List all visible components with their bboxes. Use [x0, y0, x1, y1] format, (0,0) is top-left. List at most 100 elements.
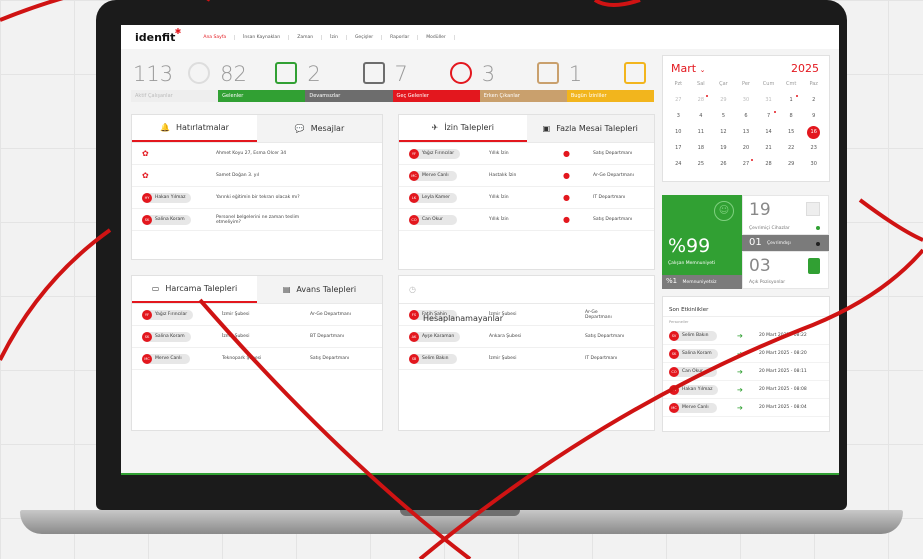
expense-row[interactable]: YF Yağız Fırıncılar İzmir Şubesi Ar-Ge De…	[132, 304, 382, 326]
calendar-day[interactable]: 28	[757, 157, 780, 171]
person-pill[interactable]: SV Selim Bakın	[669, 330, 717, 341]
calendar-day[interactable]: 7	[757, 109, 780, 123]
person-pill[interactable]: CO Can Okur	[669, 366, 717, 377]
online-devices-card[interactable]: 19 Çevrimiçi Cihazlar	[742, 195, 829, 235]
calendar-day[interactable]: 18	[690, 141, 713, 155]
calendar-day[interactable]: 30	[802, 157, 825, 171]
calendar-day[interactable]: 2	[802, 93, 825, 107]
tab-overtime-requests[interactable]: ▣ Fazla Mesai Talepleri	[526, 115, 654, 142]
calendar-day[interactable]: 30	[735, 93, 758, 107]
calendar-day[interactable]: 24	[667, 157, 690, 171]
event-row[interactable]: SK Salina Koram ➔ 20 Mart 2025 - 08:20	[663, 345, 829, 363]
calendar-day[interactable]: 15	[780, 125, 803, 139]
calendar-day[interactable]: 31	[757, 93, 780, 107]
event-row[interactable]: HY Hakan Yılmaz ➔ 20 Mart 2025 - 08:08	[663, 381, 829, 399]
calendar-day[interactable]: 11	[690, 125, 713, 139]
leave-row[interactable]: MC Merve Canlı Hastalık İzin ● Ar-Ge Depa…	[399, 165, 654, 187]
leave-row[interactable]: LK Leyla Kamer Yıllık İzin ● IT Departman…	[399, 187, 654, 209]
person-pill[interactable]: LK Leyla Kamer	[409, 192, 457, 203]
person-pill[interactable]: MC Merve Canlı	[409, 170, 457, 181]
person-pill[interactable]: YF Yağız Fırıncılar	[409, 148, 461, 159]
calendar-day[interactable]: 3	[667, 109, 690, 123]
nav-item-5[interactable]: Raporlar	[382, 34, 419, 40]
laptop-notch	[400, 510, 520, 516]
calendar-day[interactable]: 9	[802, 109, 825, 123]
person-pill[interactable]: MC Merve Canlı	[669, 402, 717, 413]
tab-expense-requests[interactable]: ▭ Harcama Talepleri	[132, 276, 257, 303]
calendar-day[interactable]: 19	[712, 141, 735, 155]
status-icon: ●	[563, 149, 570, 158]
leave-row[interactable]: YF Yağız Fırıncılar Yıllık İzin ● Satış D…	[399, 143, 654, 165]
reminder-row[interactable]: HY Hakan Yılmaz Yarınki eğitimin bir tekra…	[132, 187, 382, 209]
tab-leave-requests[interactable]: ✈ İzin Talepleri	[399, 115, 527, 142]
person-pill[interactable]: SK Salina Koram	[669, 348, 718, 359]
reminder-row[interactable]: ✿ Ahmet Koyu 27, Esma Olcer 34	[132, 143, 382, 165]
calendar-day[interactable]: 29	[780, 157, 803, 171]
calendar-day[interactable]: 22	[780, 141, 803, 155]
calendar-day[interactable]: 29	[712, 93, 735, 107]
person-pill[interactable]: HY Hakan Yılmaz	[142, 192, 192, 203]
nav-item-0[interactable]: Ana Sayfa	[195, 34, 236, 40]
satisfaction-label: Çalışan Memnuniyeti	[668, 261, 716, 266]
calendar-day[interactable]: 12	[712, 125, 735, 139]
calendar-day[interactable]: 1	[780, 93, 803, 107]
calendar-day[interactable]: 21	[757, 141, 780, 155]
stat-card[interactable]: 113 Aktif Çalışanlar	[131, 58, 219, 102]
calendar-day[interactable]: 13	[735, 125, 758, 139]
calendar-day[interactable]: 28	[690, 93, 713, 107]
calendar-month-select[interactable]: Mart ⌄	[671, 62, 705, 75]
calendar-day[interactable]: 17	[667, 141, 690, 155]
tab-messages[interactable]: 💬 Mesajlar	[257, 115, 382, 142]
person-pill[interactable]: SB Selim Bakın	[409, 353, 457, 364]
event-row[interactable]: CO Can Okur ➔ 20 Mart 2025 - 08:11	[663, 363, 829, 381]
offline-devices-card[interactable]: 01 Çevrimdışı	[742, 235, 829, 251]
logo[interactable]: idenfit ✱	[135, 27, 181, 44]
calendar-day[interactable]: 27	[735, 157, 758, 171]
tab-advance-requests[interactable]: ▤ Avans Talepleri	[257, 276, 382, 303]
person-pill[interactable]: MC Merve Canlı	[142, 353, 190, 364]
department: Satış Departmanı	[593, 151, 633, 156]
open-positions-card[interactable]: 03 Açık Pozisyonlar	[742, 251, 829, 289]
calendar-day[interactable]: 4	[690, 109, 713, 123]
leave-row[interactable]: CO Can Okur Yıllık İzin ● Satış Departman…	[399, 209, 654, 231]
stat-card[interactable]: 1 Bugün İzinliler	[566, 58, 655, 102]
event-row[interactable]: MC Merve Canlı ➔ 20 Mart 2025 - 08:04	[663, 399, 829, 417]
calendar-day[interactable]: 10	[667, 125, 690, 139]
calendar-day[interactable]: 26	[712, 157, 735, 171]
calendar-day[interactable]: 25	[690, 157, 713, 171]
reminder-row[interactable]: ✿ Samet Doğan 3. yıl	[132, 165, 382, 187]
calendar-day[interactable]: 8	[780, 109, 803, 123]
unscheduled-row[interactable]: SB Selim Bakın İzmir Şubesi IT Departmanı	[399, 348, 654, 370]
calendar-day[interactable]: 6	[735, 109, 758, 123]
person-pill[interactable]: CO Can Okur	[409, 214, 457, 225]
calendar-day[interactable]: 23	[802, 141, 825, 155]
events-subtitle: Personeller	[669, 320, 689, 324]
nav-item-1[interactable]: İnsan Kaynakları	[235, 34, 290, 40]
stat-card[interactable]: 2 Devamsızlar	[305, 58, 393, 102]
person-pill[interactable]: AK Ayşe Karaman	[409, 331, 461, 342]
event-row[interactable]: SV Selim Bakın ➔ 20 Mart 2025 - 08:22	[663, 327, 829, 345]
unscheduled-row[interactable]: AK Ayşe Karaman Ankara Şubesi Satış Depar…	[399, 326, 654, 348]
person-pill[interactable]: SK Salina Koram	[142, 331, 191, 342]
person-pill[interactable]: YF Yağız Fırıncılar	[142, 309, 194, 320]
nav-item-4[interactable]: Geçişler	[347, 34, 383, 40]
calendar-day[interactable]: 5	[712, 109, 735, 123]
calendar-day[interactable]: 20	[735, 141, 758, 155]
nav-item-3[interactable]: İzin	[322, 34, 347, 40]
person-pill[interactable]: SK Salina Koram	[142, 214, 191, 225]
expense-row[interactable]: SK Salina Koram İzmir Şubesi BT Departman…	[132, 326, 382, 348]
tab-reminders[interactable]: 🔔 Hatırlatmalar	[132, 115, 257, 142]
nav-item-6[interactable]: Modüller	[418, 34, 455, 40]
stat-card[interactable]: 7 Geç Gelenler	[392, 58, 480, 102]
department: Ar-Ge Departmanı	[593, 173, 634, 178]
stat-card[interactable]: 82 Gelenler	[218, 58, 306, 102]
calendar-day[interactable]: 14	[757, 125, 780, 139]
stat-card[interactable]: 3 Erken Çıkanlar	[479, 58, 567, 102]
reminder-row[interactable]: SK Salina Koram Personel belgelerini ne za…	[132, 209, 382, 231]
expense-row[interactable]: MC Merve Canlı Teknopark Şubesi Satış Dep…	[132, 348, 382, 370]
person-pill[interactable]: HY Hakan Yılmaz	[669, 384, 719, 395]
nav-item-2[interactable]: Zaman	[289, 34, 323, 40]
calendar-day[interactable]: 27	[667, 93, 690, 107]
calendar-day[interactable]: 16	[802, 125, 825, 139]
stat-label: Gelenler	[218, 90, 306, 102]
